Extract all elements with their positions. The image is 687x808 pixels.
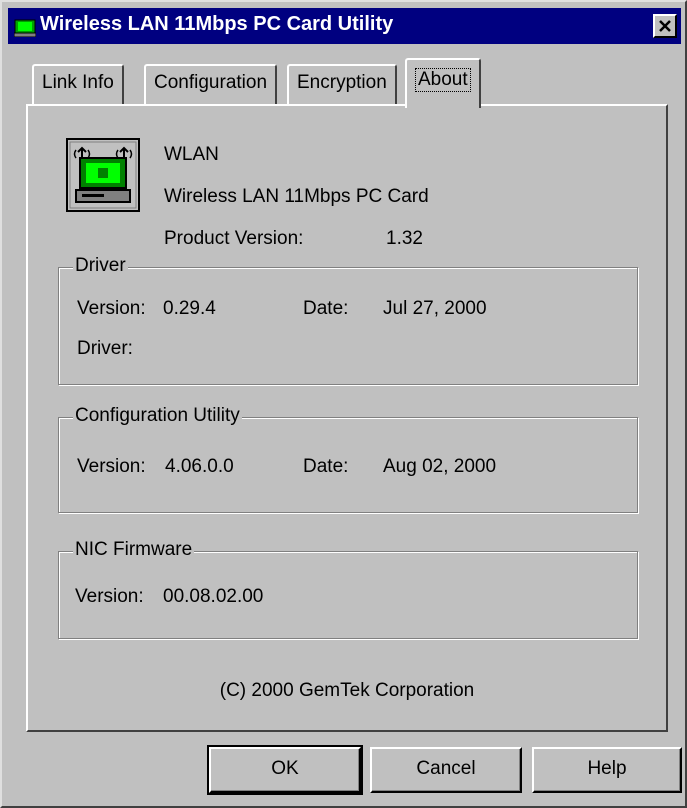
app-icon: [14, 19, 36, 37]
help-button[interactable]: Help: [532, 747, 682, 793]
driver-name-label: Driver:: [77, 338, 133, 359]
product-version-value: 1.32: [386, 228, 423, 249]
driver-date-value: Jul 27, 2000: [383, 298, 487, 319]
config-utility-group: Configuration Utility Version: 4.06.0.0 …: [58, 405, 638, 513]
nic-firmware-group-title: NIC Firmware: [73, 539, 195, 561]
firmware-version-label: Version:: [75, 586, 144, 607]
config-utility-group-title: Configuration Utility: [73, 405, 242, 427]
about-panel: WLAN Wireless LAN 11Mbps PC Card Product…: [26, 104, 668, 732]
product-version-label: Product Version:: [164, 228, 304, 249]
config-date-label: Date:: [303, 456, 349, 477]
window-title: Wireless LAN 11Mbps PC Card Utility: [40, 13, 394, 35]
tab-link-info[interactable]: Link Info: [32, 64, 124, 104]
product-name: WLAN: [164, 144, 219, 165]
utility-window: Wireless LAN 11Mbps PC Card Utility Link…: [0, 0, 687, 808]
driver-version-value: 0.29.4: [163, 298, 216, 319]
config-version-label: Version:: [77, 456, 146, 477]
firmware-version-value: 00.08.02.00: [163, 586, 264, 607]
nic-firmware-group: NIC Firmware Version: 00.08.02.00: [58, 539, 638, 639]
ok-button[interactable]: OK: [207, 745, 363, 795]
close-button[interactable]: [653, 14, 677, 38]
tab-encryption[interactable]: Encryption: [287, 64, 397, 104]
driver-group-title: Driver: [73, 255, 128, 277]
product-description: Wireless LAN 11Mbps PC Card: [164, 186, 429, 207]
tab-label: About: [415, 68, 471, 92]
wireless-card-icon: [66, 138, 140, 212]
tab-configuration[interactable]: Configuration: [144, 64, 278, 104]
title-bar[interactable]: Wireless LAN 11Mbps PC Card Utility: [8, 8, 681, 44]
close-icon: [659, 20, 671, 32]
config-date-value: Aug 02, 2000: [383, 456, 497, 477]
tab-about[interactable]: About: [405, 58, 481, 108]
driver-group: Driver Version: 0.29.4 Date: Jul 27, 200…: [58, 255, 638, 385]
tab-label: Link Info: [42, 72, 114, 93]
config-version-value: 4.06.0.0: [165, 456, 234, 477]
tab-label: Configuration: [154, 72, 268, 93]
tab-label: Encryption: [297, 72, 387, 93]
driver-version-label: Version:: [77, 298, 146, 319]
driver-date-label: Date:: [303, 298, 349, 319]
copyright-text: (C) 2000 GemTek Corporation: [219, 680, 475, 701]
cancel-button[interactable]: Cancel: [370, 747, 522, 793]
